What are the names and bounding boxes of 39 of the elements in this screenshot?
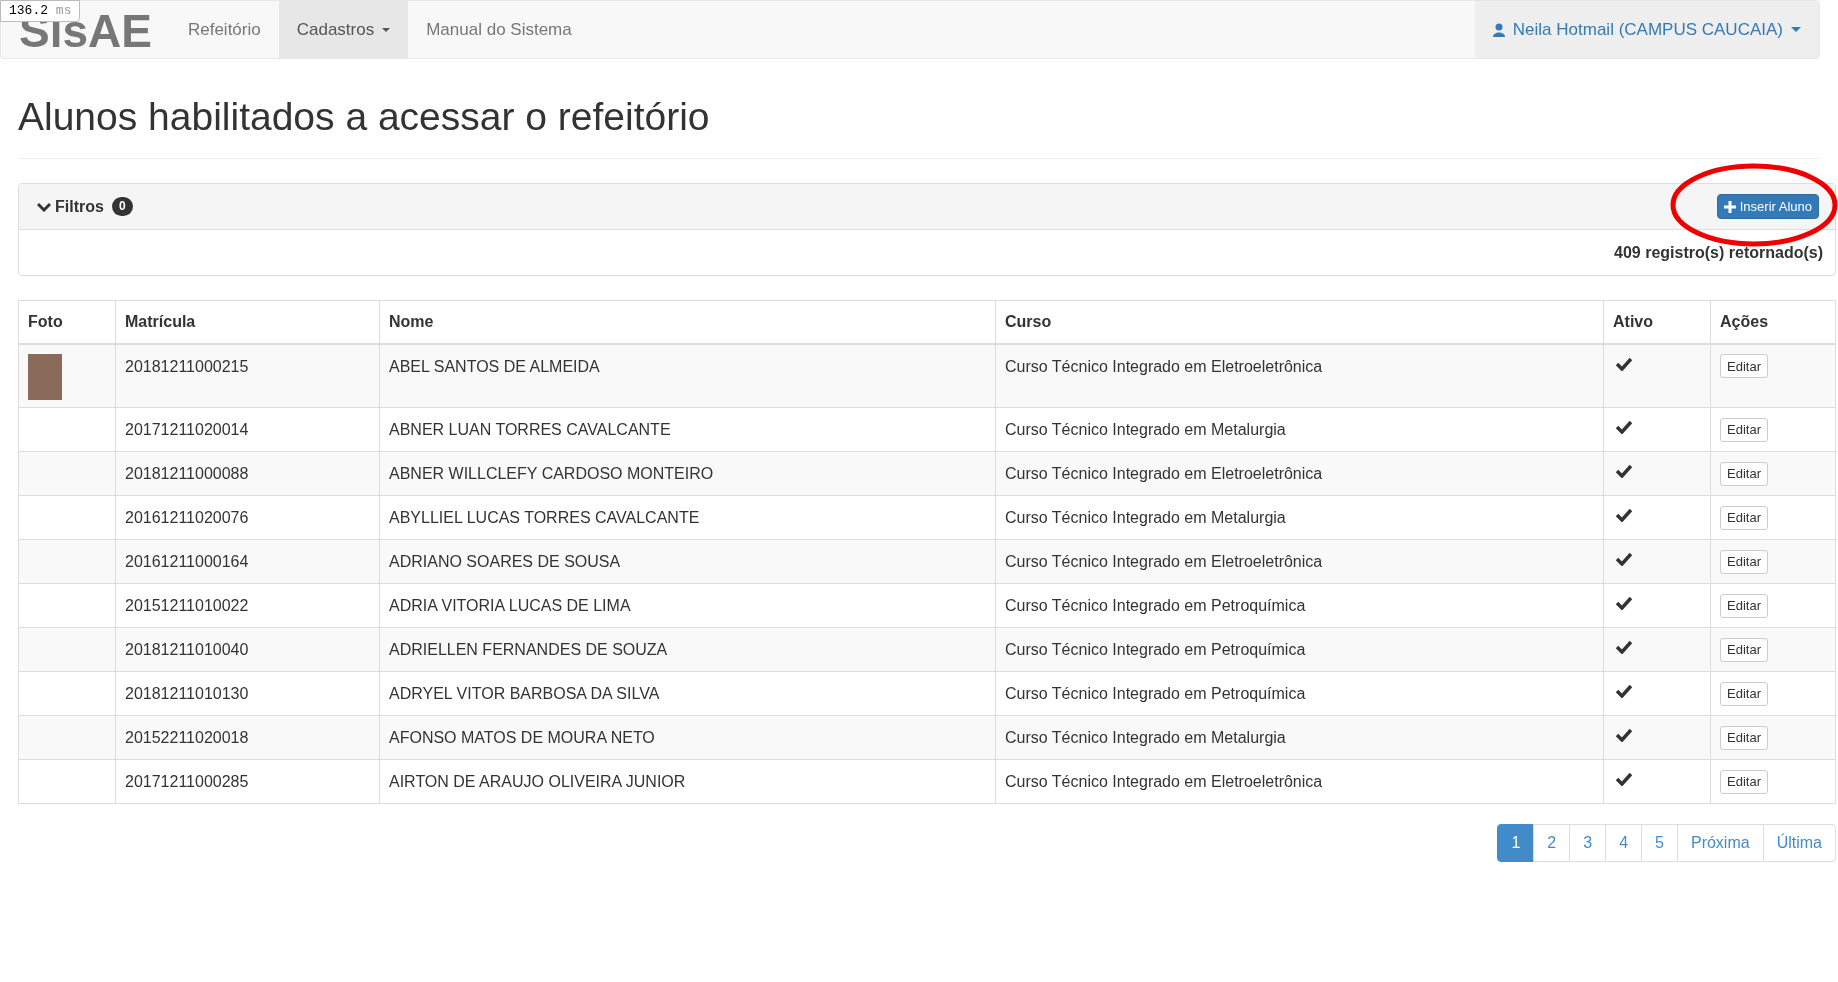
page-link[interactable]: 4	[1605, 824, 1643, 862]
edit-button[interactable]: Editar	[1720, 461, 1768, 486]
user-menu[interactable]: Neila Hotmail (CAMPUS CAUCAIA)	[1474, 1, 1819, 58]
edit-button[interactable]: Editar	[1720, 417, 1768, 442]
caret-icon	[1791, 27, 1801, 32]
column-header: Nome	[379, 300, 996, 344]
count-badge: 0	[111, 197, 133, 216]
edit-button[interactable]: Editar	[1720, 769, 1768, 794]
insert-button[interactable]: Inserir Aluno	[1716, 194, 1819, 219]
nav-item[interactable]: Manual do Sistema	[408, 1, 590, 58]
records-count: 409 registro(s) retornado(s)	[1614, 242, 1823, 263]
column-header: Matrícula	[115, 300, 380, 344]
user-icon	[1492, 22, 1505, 37]
page-link[interactable]: 1	[1497, 824, 1535, 862]
page-link[interactable]: Última	[1762, 824, 1836, 862]
page-link[interactable]: 2	[1533, 824, 1571, 862]
filters-toggle[interactable]: Filtros	[37, 194, 104, 219]
column-header: Ativo	[1603, 300, 1711, 344]
plus-icon	[1723, 200, 1736, 213]
page-link[interactable]: 5	[1641, 824, 1678, 862]
nav-item[interactable]: Cadastros	[278, 1, 409, 58]
edit-button[interactable]: Editar	[1720, 593, 1768, 618]
table-cell: AIRTON DE ARAUJO OLIVEIRA JUNIOR	[379, 759, 996, 804]
table-cell: 20171211000285	[115, 759, 380, 804]
edit-button[interactable]: Editar	[1720, 505, 1768, 530]
page-link[interactable]: 3	[1569, 824, 1607, 862]
table-cell: Curso Técnico Integrado em Eletroeletrônica	[995, 759, 1604, 804]
column-header: Curso	[995, 300, 1604, 344]
edit-button[interactable]: Editar	[1720, 354, 1768, 379]
timing-tooltip: 136.2 ms	[0, 0, 81, 22]
edit-button[interactable]: Editar	[1720, 637, 1768, 662]
edit-button[interactable]: Editar	[1720, 681, 1768, 706]
edit-button[interactable]: Editar	[1720, 549, 1768, 574]
nav-item[interactable]: Refeitório	[169, 1, 279, 58]
page-link[interactable]: Próxima	[1676, 824, 1764, 862]
column-header: Ações	[1710, 300, 1836, 344]
column-header: Foto	[18, 300, 116, 344]
edit-button[interactable]: Editar	[1720, 725, 1768, 750]
page-title: Alunos habilitados a acessar o refeitório	[18, 92, 1820, 159]
